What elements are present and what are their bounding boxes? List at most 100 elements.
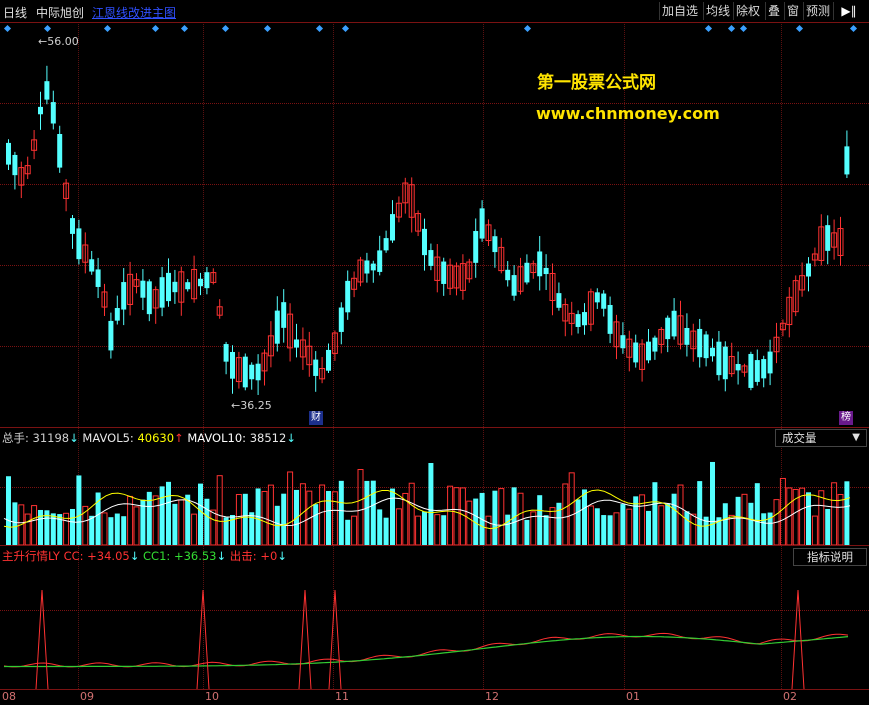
volume-bar	[613, 512, 620, 545]
candle-body	[172, 281, 178, 293]
volume-bar	[582, 489, 587, 545]
volume-bar	[601, 515, 607, 545]
candle-body	[748, 353, 754, 388]
attack-spike	[328, 589, 342, 689]
candle-body	[198, 278, 203, 287]
volume-bar	[671, 493, 677, 545]
candle-body	[140, 280, 146, 298]
candle-body	[383, 238, 389, 251]
candle-body	[166, 272, 171, 302]
low-price-label: 36.25	[240, 399, 272, 412]
candle-body	[505, 269, 511, 281]
volume-bar	[748, 502, 754, 545]
signal-diamond	[221, 24, 230, 33]
volume-bar	[620, 504, 626, 545]
volume-bar	[235, 494, 242, 545]
signal-diamond	[315, 24, 324, 33]
volume-bar	[710, 461, 715, 545]
volume-bar	[811, 515, 818, 545]
volume-bar	[159, 486, 165, 545]
candle-body	[582, 312, 587, 326]
volume-bar	[575, 499, 581, 545]
cc-line	[3, 632, 849, 668]
candle-body	[761, 359, 767, 379]
candle-body	[511, 275, 517, 296]
volume-bar	[338, 480, 344, 545]
candle-body	[537, 251, 543, 277]
candle-body	[50, 102, 56, 124]
volume-bar	[543, 515, 549, 545]
finance-badge[interactable]: 财	[309, 411, 323, 425]
volume-bar	[216, 475, 223, 545]
candle-body	[543, 267, 549, 275]
volume-bar	[639, 494, 646, 545]
volume-bar	[837, 494, 844, 545]
watermark-title: 第一股票公式网	[537, 73, 656, 93]
signal-diamond	[43, 24, 52, 33]
candle-body	[364, 260, 370, 274]
candle-body	[441, 261, 447, 284]
signal-diamond	[849, 24, 858, 33]
candle-body	[185, 282, 191, 290]
volume-bar	[383, 517, 389, 545]
candle-body	[377, 250, 383, 272]
volume-bar	[697, 481, 703, 545]
candle-body	[722, 346, 728, 380]
x-axis-label: 12	[485, 690, 499, 703]
volume-bar	[331, 491, 338, 545]
top-toolbar: 日线 中际旭创 江恩线改进主图 加自选 均线 除权 叠 窗 预测 ▶∥	[0, 0, 869, 22]
candle-body	[44, 81, 50, 100]
candle-body	[370, 263, 376, 271]
add-favorite-button[interactable]: 加自选	[659, 2, 700, 20]
volume-bar	[267, 484, 274, 545]
volume-bar	[408, 482, 415, 545]
volume-bar	[31, 505, 38, 545]
candle-body	[249, 364, 255, 380]
volume-bar	[466, 500, 473, 545]
signal-diamond	[180, 24, 189, 33]
candle-body	[601, 293, 607, 309]
ma-button[interactable]: 均线	[703, 2, 732, 20]
candle-body	[422, 228, 427, 256]
volume-bar	[422, 511, 427, 545]
candle-body	[70, 218, 75, 234]
candle-body	[479, 208, 485, 239]
volume-bar	[326, 490, 331, 545]
stock-name: 中际旭创	[36, 6, 85, 20]
formula-link[interactable]: 江恩线改进主图	[92, 4, 176, 21]
signal-diamond	[263, 24, 272, 33]
volume-bar	[690, 513, 697, 545]
volume-bar	[101, 512, 108, 545]
forecast-button[interactable]: 预测	[803, 2, 832, 20]
attack-spike	[791, 589, 805, 689]
volume-bar	[152, 495, 159, 545]
candle-body	[735, 363, 741, 371]
volume-bar	[652, 482, 658, 545]
period-label[interactable]: 日线	[3, 4, 27, 21]
high-price-marker: ←56.00	[38, 35, 79, 48]
x-axis-label: 10	[205, 690, 219, 703]
volume-bar	[626, 508, 633, 545]
signal-diamond	[739, 24, 748, 33]
volume-bar	[754, 483, 760, 545]
exright-button[interactable]: 除权	[733, 2, 762, 20]
candle-body	[114, 308, 120, 321]
play-pause-icon[interactable]: ▶∥	[833, 2, 864, 20]
volume-bar	[198, 483, 203, 545]
window-button[interactable]: 窗	[784, 2, 801, 20]
candle-body	[806, 263, 811, 277]
candle-body	[95, 269, 101, 287]
volume-bar	[485, 515, 492, 545]
candle-body	[594, 292, 600, 303]
candle-body	[652, 337, 658, 352]
candle-body	[345, 280, 351, 313]
volume-bar	[825, 508, 831, 545]
volume-bar	[735, 496, 741, 545]
overlay-button[interactable]: 叠	[765, 2, 782, 20]
volume-bar	[370, 480, 376, 545]
volume-bar	[351, 515, 358, 545]
x-axis-label: 01	[626, 690, 640, 703]
candle-body	[492, 236, 498, 253]
volume-bar	[133, 506, 140, 545]
ranking-badge[interactable]: 榜	[839, 411, 853, 425]
